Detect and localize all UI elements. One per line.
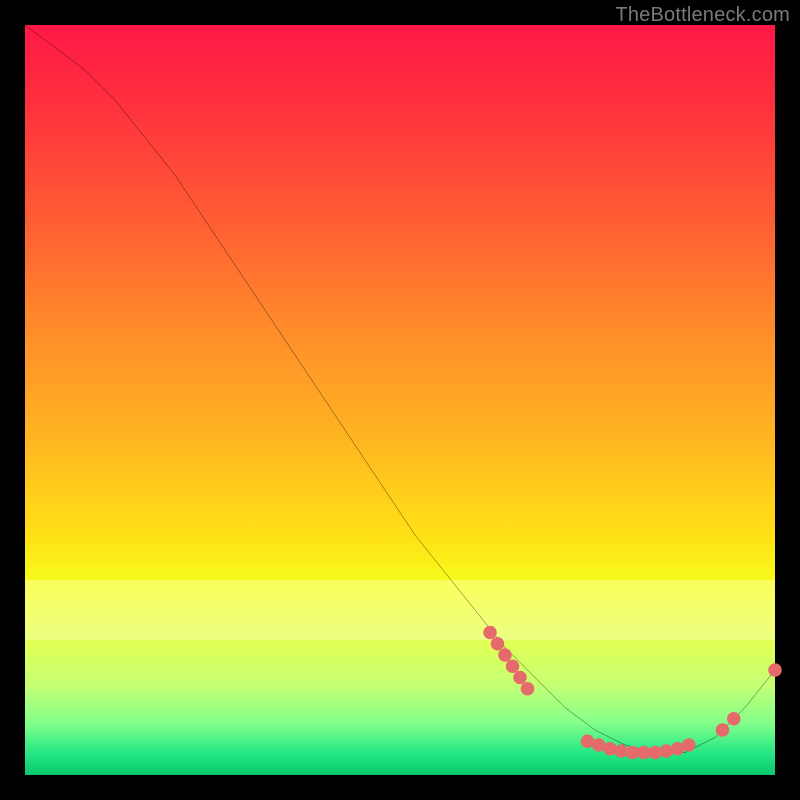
chart-frame: TheBottleneck.com [0, 0, 800, 800]
data-marker [506, 660, 520, 674]
bottleneck-curve [25, 25, 775, 753]
data-marker [491, 637, 504, 651]
data-marker [768, 663, 782, 677]
data-marker [513, 671, 527, 685]
data-marker [682, 738, 696, 752]
data-marker [716, 723, 730, 737]
plot-area [25, 25, 775, 775]
watermark-text: TheBottleneck.com [615, 4, 790, 27]
data-marker [603, 742, 617, 756]
data-marker [521, 682, 535, 696]
data-marker [660, 744, 674, 758]
data-marker [483, 626, 496, 640]
curve-svg [25, 25, 775, 775]
data-marker [727, 712, 741, 726]
data-marker [498, 648, 512, 662]
data-markers [483, 626, 782, 760]
